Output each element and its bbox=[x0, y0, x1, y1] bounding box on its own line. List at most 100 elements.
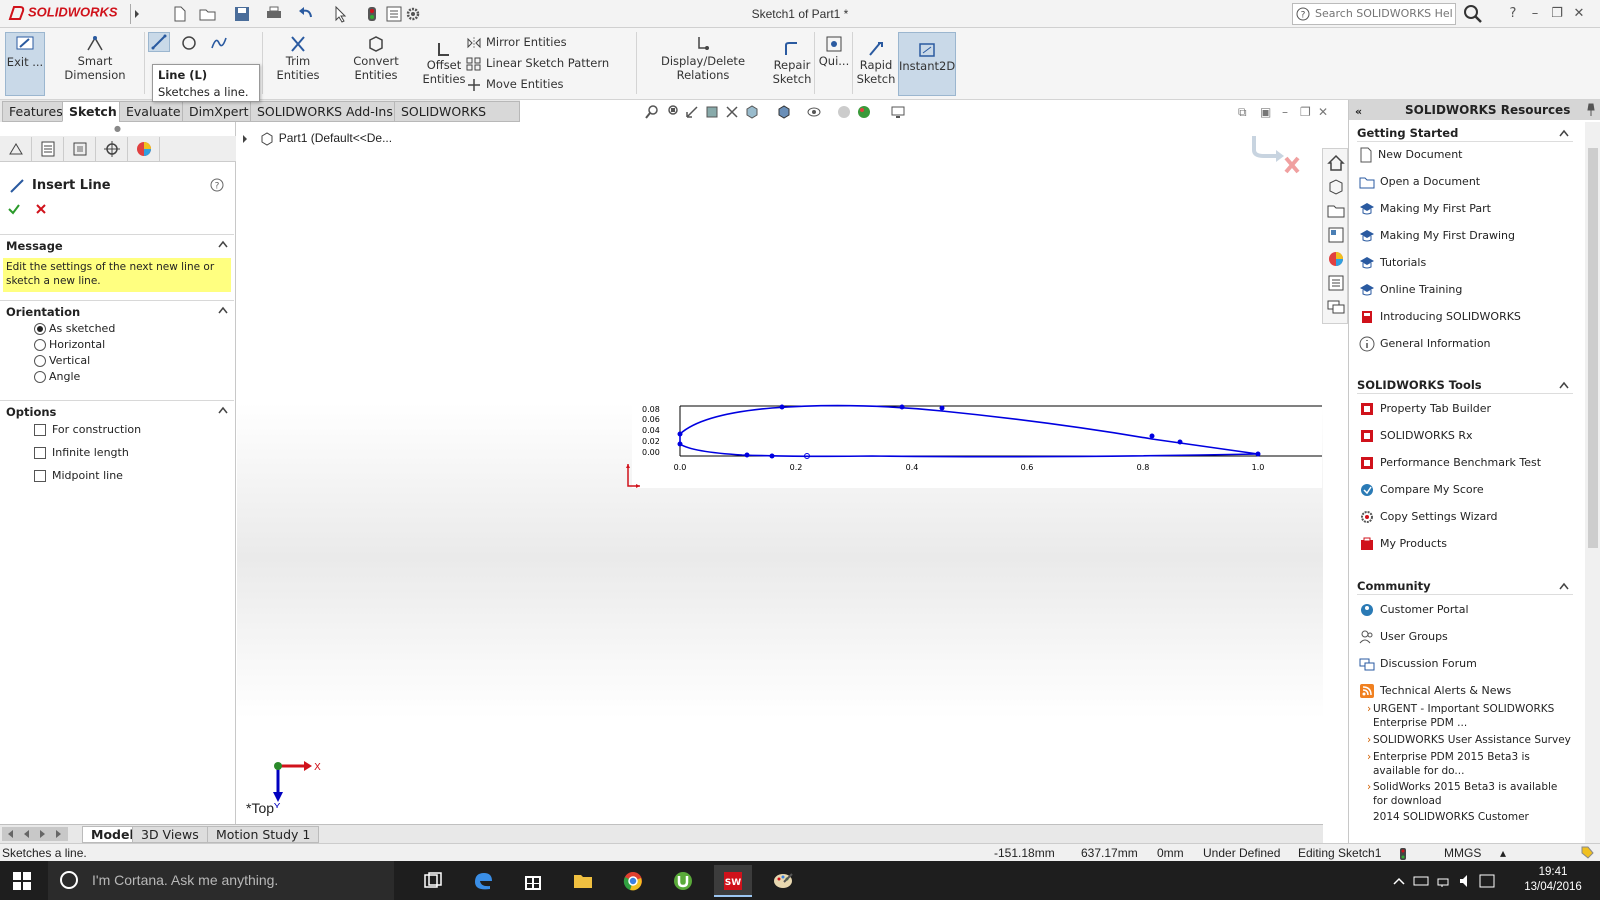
search-icon[interactable] bbox=[1462, 4, 1486, 24]
compare-my-score-link[interactable]: Compare My Score bbox=[1359, 481, 1484, 499]
tab-sketch[interactable]: Sketch bbox=[62, 101, 124, 122]
trim-entities-button[interactable]: Trim Entities bbox=[266, 34, 330, 94]
close-icon[interactable]: ✕ bbox=[1570, 5, 1588, 23]
zoom-to-fit-icon[interactable] bbox=[644, 104, 660, 120]
chrome-app[interactable] bbox=[614, 865, 652, 897]
tab-dimxpert[interactable]: DimXpert bbox=[182, 101, 256, 122]
view-settings-icon[interactable] bbox=[890, 104, 906, 120]
tab-nav-arrows-icon[interactable] bbox=[2, 827, 68, 841]
repair-sketch-button[interactable]: Repair Sketch bbox=[770, 40, 814, 96]
feature-manager-tab[interactable] bbox=[0, 137, 32, 161]
airfoil-upper-surface[interactable] bbox=[679, 404, 1259, 455]
tab-3d-views[interactable]: 3D Views bbox=[132, 826, 208, 843]
design-library-icon[interactable] bbox=[1326, 177, 1346, 197]
spline-point[interactable] bbox=[1149, 433, 1155, 439]
introducing-solidworks-link[interactable]: Introducing SOLIDWORKS bbox=[1359, 308, 1521, 326]
display-delete-relations-button[interactable]: Display/Delete Relations bbox=[640, 34, 766, 94]
checkbox-for-construction[interactable]: For construction bbox=[34, 422, 141, 438]
custom-properties-icon[interactable] bbox=[1326, 273, 1346, 293]
radio-as-sketched[interactable]: As sketched bbox=[34, 321, 115, 337]
store-app[interactable] bbox=[514, 865, 552, 897]
restore-icon[interactable]: ❐ bbox=[1300, 105, 1311, 119]
property-tab-builder-link[interactable]: Property Tab Builder bbox=[1359, 400, 1491, 418]
making-first-drawing-link[interactable]: Making My First Drawing bbox=[1359, 227, 1515, 245]
zoom-area-icon[interactable] bbox=[664, 104, 680, 120]
restore-icon[interactable]: ❐ bbox=[1548, 5, 1566, 23]
tab-addins[interactable]: SOLIDWORKS Add-Ins bbox=[250, 101, 400, 122]
convert-entities-button[interactable]: Convert Entities bbox=[334, 34, 418, 94]
confirmation-corner[interactable] bbox=[1248, 132, 1304, 174]
minimize-icon[interactable]: – bbox=[1526, 5, 1544, 23]
spline-point[interactable] bbox=[899, 404, 905, 410]
spline-point[interactable] bbox=[677, 441, 683, 447]
windows-start-icon[interactable] bbox=[12, 871, 32, 891]
battery-icon[interactable] bbox=[1413, 876, 1429, 886]
message-section[interactable]: Message bbox=[0, 234, 234, 253]
solidworks-app[interactable]: SW bbox=[714, 865, 752, 897]
minimize-icon[interactable]: – bbox=[1282, 105, 1288, 119]
network-icon[interactable] bbox=[1437, 878, 1449, 887]
radio-dot[interactable] bbox=[34, 371, 46, 383]
notification-tag-icon[interactable] bbox=[1580, 845, 1594, 861]
home-icon[interactable] bbox=[1326, 153, 1346, 173]
file-explorer-app[interactable] bbox=[564, 865, 602, 897]
rapid-sketch-button[interactable]: Rapid Sketch bbox=[856, 40, 896, 96]
action-center-icon[interactable] bbox=[1479, 874, 1495, 888]
mirror-entities-button[interactable]: Mirror Entities bbox=[466, 32, 567, 52]
radio-angle[interactable]: Angle bbox=[34, 369, 80, 385]
checkbox-midpoint-line[interactable]: Midpoint line bbox=[34, 468, 123, 484]
quick-snaps-button[interactable]: Qui... bbox=[818, 34, 850, 94]
news-item[interactable]: SolidWorks 2015 Beta3 is available for d… bbox=[1367, 780, 1573, 808]
search-input[interactable] bbox=[1315, 7, 1453, 20]
tile-right-icon[interactable]: ▣ bbox=[1260, 105, 1271, 119]
airfoil-lower-surface[interactable] bbox=[679, 434, 1259, 458]
radio-vertical[interactable]: Vertical bbox=[34, 353, 90, 369]
linear-sketch-pattern-button[interactable]: Linear Sketch Pattern bbox=[466, 53, 609, 73]
apply-scene-icon[interactable] bbox=[856, 104, 872, 120]
discussion-forum-link[interactable]: Discussion Forum bbox=[1359, 655, 1477, 673]
circle-tool-icon[interactable] bbox=[180, 34, 198, 52]
technical-alerts-link[interactable]: Technical Alerts & News bbox=[1359, 682, 1511, 700]
spline-point[interactable] bbox=[677, 431, 683, 437]
radio-dot[interactable] bbox=[34, 355, 46, 367]
forum-icon[interactable] bbox=[1326, 297, 1346, 317]
solidworks-tools-section[interactable]: SOLIDWORKS Tools bbox=[1357, 376, 1573, 394]
view-orientation-icon[interactable] bbox=[744, 104, 760, 120]
close-icon[interactable]: ✕ bbox=[1318, 105, 1328, 119]
radio-dot[interactable] bbox=[34, 323, 46, 335]
tab-mbd[interactable]: SOLIDWORKS MBD bbox=[394, 101, 520, 139]
task-view-button[interactable] bbox=[414, 865, 452, 897]
hide-show-items-icon[interactable] bbox=[806, 104, 822, 120]
display-manager-tab[interactable] bbox=[128, 137, 160, 161]
user-groups-link[interactable]: User Groups bbox=[1359, 628, 1448, 646]
tile-left-icon[interactable]: ⧉ bbox=[1238, 105, 1247, 120]
section-view-icon[interactable] bbox=[704, 104, 720, 120]
utorrent-app[interactable] bbox=[664, 865, 702, 897]
radio-horizontal[interactable]: Horizontal bbox=[34, 337, 105, 353]
online-training-link[interactable]: Online Training bbox=[1359, 281, 1462, 299]
previous-view-icon[interactable] bbox=[684, 104, 700, 120]
options-section[interactable]: Options bbox=[0, 400, 234, 419]
news-item[interactable]: SOLIDWORKS User Assistance Survey bbox=[1367, 733, 1573, 747]
my-products-link[interactable]: My Products bbox=[1359, 535, 1447, 553]
taskbar-clock[interactable]: 19:41 13/04/2016 bbox=[1518, 865, 1588, 895]
scrollbar-thumb[interactable] bbox=[1588, 148, 1598, 548]
help-icon[interactable]: ? bbox=[210, 178, 224, 192]
edge-app[interactable] bbox=[464, 865, 502, 897]
feature-tree-flyout[interactable]: Part1 (Default<<De... bbox=[240, 130, 392, 146]
cancel-sketch-icon[interactable] bbox=[1284, 156, 1300, 174]
offset-entities-button[interactable]: Offset Entities bbox=[422, 40, 466, 96]
display-style-icon[interactable] bbox=[776, 104, 792, 120]
checkbox-box[interactable] bbox=[34, 470, 46, 482]
pin-icon[interactable] bbox=[1585, 103, 1597, 117]
spline-point[interactable] bbox=[769, 453, 775, 459]
tab-motion-study[interactable]: Motion Study 1 bbox=[207, 826, 320, 843]
instant2d-button[interactable]: Instant2D bbox=[898, 32, 956, 96]
spline-point[interactable] bbox=[1255, 451, 1261, 457]
panel-grip[interactable]: ● bbox=[114, 124, 121, 133]
checkbox-box[interactable] bbox=[34, 447, 46, 459]
smart-dimension-button[interactable]: Smart Dimension bbox=[50, 34, 140, 94]
solidworks-rx-link[interactable]: SOLIDWORKS Rx bbox=[1359, 427, 1473, 445]
paint-app[interactable] bbox=[764, 865, 802, 897]
search-box[interactable]: ? bbox=[1292, 3, 1456, 25]
